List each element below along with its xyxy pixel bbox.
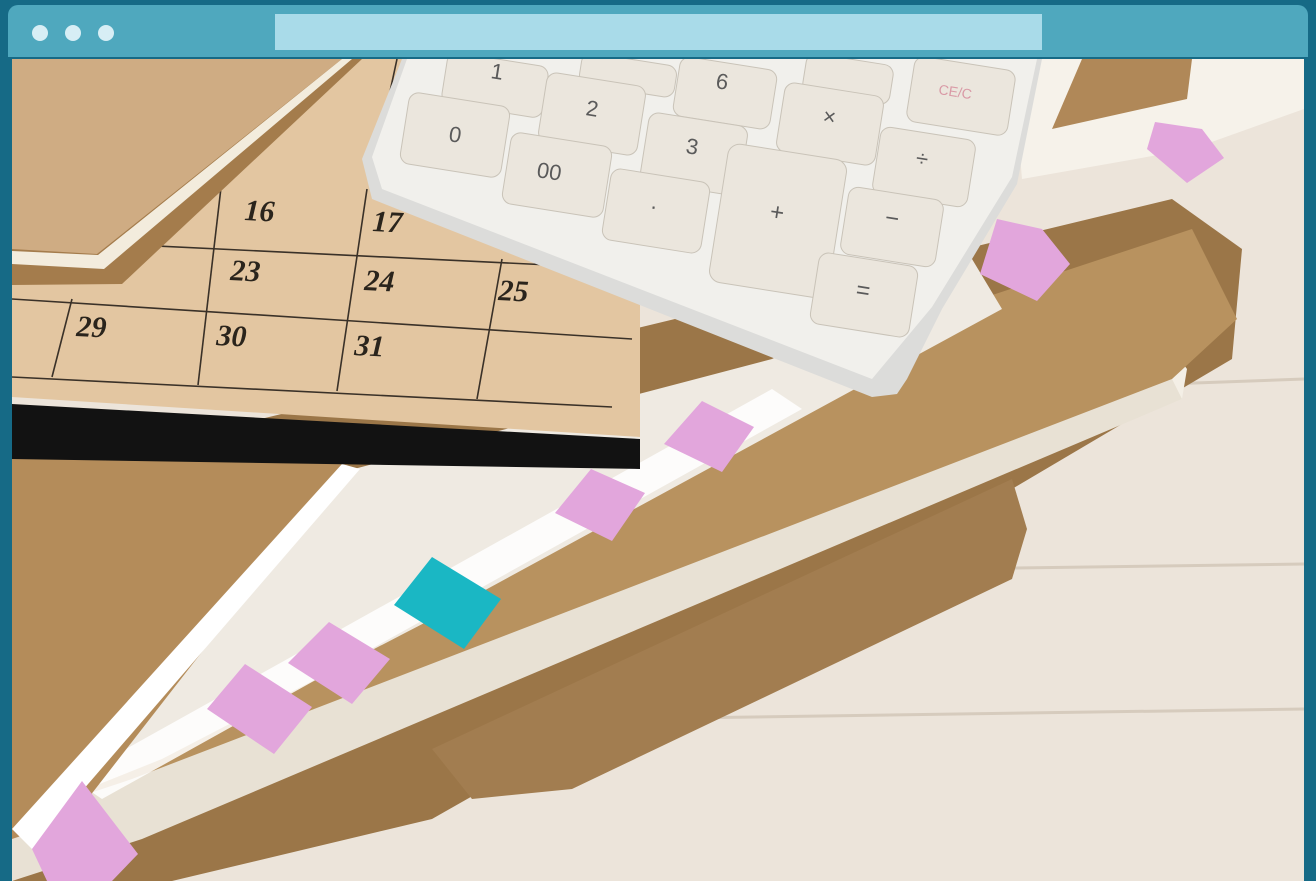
- page-content: 16 17 23 24 25 29 30 31 1 6 CE/C 0 2 × 3…: [12, 59, 1304, 881]
- window-minimize-dot[interactable]: [65, 25, 81, 41]
- calendar-date: 31: [353, 329, 386, 364]
- calendar-date: 23: [229, 254, 262, 289]
- calendar-date: 29: [75, 310, 108, 345]
- calendar-date: 30: [215, 319, 248, 354]
- hero-photo: 16 17 23 24 25 29 30 31 1 6 CE/C 0 2 × 3…: [12, 59, 1304, 881]
- key-label: 00: [535, 157, 563, 186]
- calendar-date: 17: [372, 205, 405, 240]
- window-maximize-dot[interactable]: [98, 25, 114, 41]
- browser-window: 16 17 23 24 25 29 30 31 1 6 CE/C 0 2 × 3…: [0, 0, 1316, 881]
- title-bar: [8, 5, 1308, 57]
- address-bar[interactable]: [275, 14, 1042, 50]
- window-close-dot[interactable]: [32, 25, 48, 41]
- calendar-date: 16: [244, 194, 276, 229]
- calendar-date: 24: [363, 264, 396, 299]
- calendar-date: 25: [497, 274, 530, 309]
